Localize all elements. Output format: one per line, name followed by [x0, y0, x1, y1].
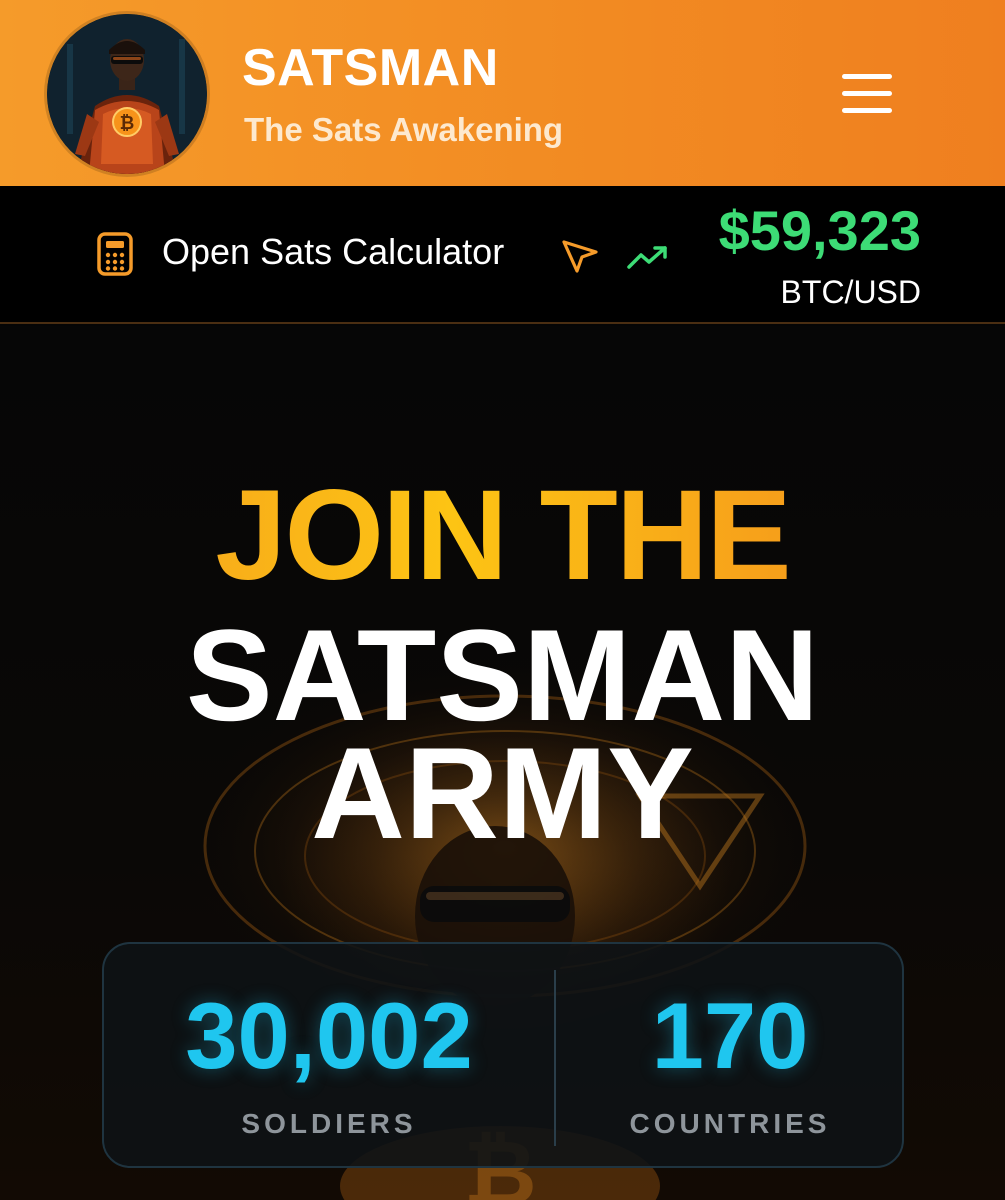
menu-line [842, 74, 892, 79]
pointer-cursor-icon [562, 240, 598, 273]
headline-satsman-army: SATSMAN ARMY [0, 602, 1005, 866]
btc-pair-label: BTC/USD [780, 274, 921, 310]
headline-line-army: ARMY [311, 720, 694, 866]
svg-text:₿: ₿ [120, 113, 135, 134]
headline-line-satsman: SATSMAN [185, 602, 820, 748]
hero-section: ₿ JOIN THE SATSMAN ARMY 30,002 SOLDIERS … [0, 326, 1005, 1200]
soldiers-count: 30,002 [185, 983, 473, 1088]
trending-up-icon [627, 246, 667, 269]
headline-join-the: JOIN THE [0, 466, 1005, 606]
satsman-avatar[interactable]: ₿ [47, 14, 207, 174]
app-header: ₿ SATSMAN The Sats Awakening [0, 0, 1005, 186]
stat-soldiers: 30,002 SOLDIERS [104, 984, 554, 1140]
menu-line [842, 91, 892, 96]
btc-price: $59,323 [718, 199, 921, 262]
open-sats-calculator-link[interactable]: Open Sats Calculator [162, 230, 504, 274]
army-stats-card: 30,002 SOLDIERS 170 COUNTRIES [102, 942, 904, 1168]
stat-countries: 170 COUNTRIES [556, 984, 904, 1140]
brand-title: SATSMAN [242, 39, 499, 97]
countries-label: COUNTRIES [629, 1108, 831, 1139]
soldiers-label: SOLDIERS [241, 1108, 417, 1139]
hamburger-menu-button[interactable] [838, 68, 898, 118]
calculator-icon[interactable] [96, 232, 134, 276]
satsman-hero-icon: ₿ [47, 14, 207, 174]
menu-line [842, 108, 892, 113]
countries-count: 170 [651, 983, 809, 1088]
brand-subtitle: The Sats Awakening [244, 111, 564, 148]
price-ticker-bar: Open Sats Calculator $59,323 BTC/USD [0, 186, 1005, 324]
